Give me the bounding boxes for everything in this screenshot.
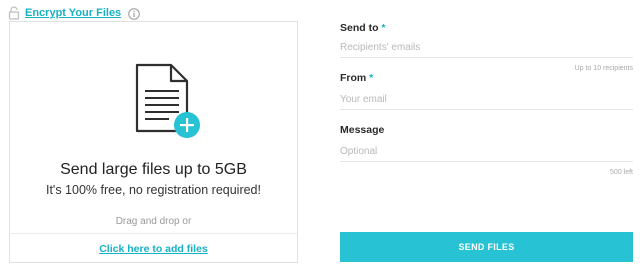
send-to-label-text: Send to [340, 22, 379, 34]
lock-icon[interactable] [8, 6, 20, 20]
send-to-label: Send to * [340, 22, 386, 34]
message-label: Message [340, 124, 385, 136]
file-dropzone[interactable]: Send large files up to 5GB It's 100% fre… [9, 21, 298, 263]
drag-drop-hint: Drag and drop or [115, 216, 192, 227]
send-to-input[interactable] [340, 38, 633, 58]
transfer-form: Send to * Up to 10 recipients From * Mes… [340, 0, 633, 271]
required-mark: * [381, 22, 386, 34]
from-email-input[interactable] [340, 90, 633, 110]
message-input[interactable] [340, 142, 633, 162]
required-mark: * [369, 72, 374, 84]
dropzone-subline: It's 100% free, no registration required… [45, 183, 261, 197]
add-files-bar: Click here to add files [10, 233, 297, 263]
encrypt-bar: Encrypt Your Files [8, 4, 140, 22]
from-label: From * [340, 72, 373, 84]
encrypt-files-link[interactable]: Encrypt Your Files [25, 7, 121, 19]
document-add-icon [135, 63, 201, 139]
dropzone-headline: Send large files up to 5GB [60, 161, 247, 178]
message-char-counter: 500 left [610, 169, 633, 176]
add-files-link[interactable]: Click here to add files [99, 243, 208, 255]
send-files-button[interactable]: SEND FILES [340, 232, 633, 262]
recipients-limit-hint: Up to 10 recipients [574, 65, 633, 72]
info-icon[interactable] [128, 7, 140, 20]
from-label-text: From [340, 72, 367, 84]
